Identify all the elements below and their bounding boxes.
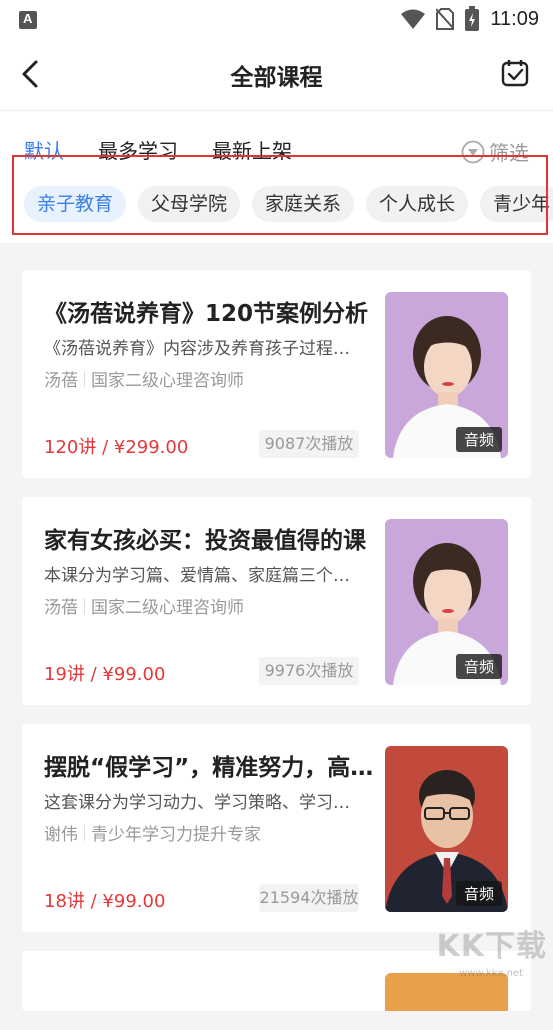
app-notification-icon [19, 11, 37, 29]
play-count: 9087次播放 [259, 430, 359, 458]
category-chip[interactable]: 父母学院 [138, 186, 241, 222]
sort-tab-most-learned[interactable]: 最多学习 [98, 135, 178, 164]
play-count: 21594次播放 [259, 884, 359, 912]
filter-bar: 默认 最多学习 最新上架 筛选 亲子教育 父母学院 家庭关系 个人成长 青少年 [0, 111, 553, 243]
course-description: 这套课分为学习动力、学习策略、学习习惯 [44, 793, 362, 813]
author-name: 汤蓓 [44, 371, 78, 391]
filter-icon [461, 140, 485, 163]
filter-button[interactable]: 筛选 [461, 137, 529, 166]
category-chip[interactable]: 亲子教育 [24, 186, 127, 222]
category-chips: 亲子教育 父母学院 家庭关系 个人成长 青少年 [24, 186, 553, 222]
course-card[interactable]: 《汤蓓说养育》120节案例分析 《汤蓓说养育》内容涉及养育孩子过程中的方方面面 … [22, 270, 531, 478]
course-list: 《汤蓓说养育》120节案例分析 《汤蓓说养育》内容涉及养育孩子过程中的方方面面 … [22, 270, 531, 1030]
course-thumbnail[interactable]: 音频 [385, 519, 508, 685]
divider [84, 370, 85, 387]
audio-badge: 音频 [455, 881, 502, 906]
course-card[interactable]: 家有女孩必买：投资最值得的课 本课分为学习篇、爱情篇、家庭篇三个部分 汤蓓 国家… [22, 497, 531, 705]
filter-label: 筛选 [489, 141, 529, 165]
course-author: 谢伟 青少年学习力提升专家 [44, 820, 261, 845]
course-description: 本课分为学习篇、爱情篇、家庭篇三个部分 [44, 566, 362, 586]
course-price: 120讲 / ¥299.00 [44, 437, 189, 458]
watermark-url: www.kkx.net [459, 968, 523, 979]
author-title: 青少年学习力提升专家 [91, 825, 261, 845]
course-card[interactable]: 摆脱“假学习”，精准努力，高效学习 这套课分为学习动力、学习策略、学习习惯 谢伟… [22, 724, 531, 932]
course-price: 18讲 / ¥99.00 [44, 891, 166, 912]
course-thumbnail[interactable]: 音频 [385, 746, 508, 912]
category-chip[interactable]: 个人成长 [366, 186, 469, 222]
sort-tabs: 默认 最多学习 最新上架 [24, 135, 292, 164]
category-chip[interactable]: 青少年 [480, 186, 553, 222]
divider [84, 824, 85, 841]
course-title: 摆脱“假学习”，精准努力，高效学习 [44, 755, 374, 781]
app-header: 全部课程 [0, 38, 553, 111]
watermark-logo: KK下载 [436, 929, 547, 964]
author-title: 国家二级心理咨询师 [91, 598, 244, 618]
play-count: 9976次播放 [259, 657, 359, 685]
course-price: 19讲 / ¥99.00 [44, 664, 166, 685]
clock: 11:09 [490, 7, 539, 30]
page-title: 全部课程 [230, 65, 323, 91]
course-title: 家有女孩必买：投资最值得的课 [44, 528, 366, 554]
course-thumbnail[interactable]: 音频 [385, 292, 508, 458]
calendar-check-icon [501, 60, 529, 87]
status-icons: 11:09 [400, 6, 539, 32]
course-title: 《汤蓓说养育》120节案例分析 [44, 301, 369, 327]
category-chip[interactable]: 家庭关系 [252, 186, 355, 222]
author-name: 谢伟 [44, 825, 78, 845]
audio-badge: 音频 [455, 654, 502, 679]
battery-charging-icon [465, 6, 480, 31]
divider [84, 597, 85, 614]
wifi-icon [401, 9, 426, 29]
checkin-button[interactable] [499, 57, 531, 89]
author-name: 汤蓓 [44, 598, 78, 618]
sort-tab-newest[interactable]: 最新上架 [212, 135, 292, 164]
no-sim-icon [436, 8, 455, 30]
sort-tab-default[interactable]: 默认 [24, 135, 64, 164]
course-author: 汤蓓 国家二级心理咨询师 [44, 366, 244, 391]
author-title: 国家二级心理咨询师 [91, 371, 244, 391]
audio-badge: 音频 [455, 427, 502, 452]
status-bar: 11:09 [0, 0, 553, 38]
course-description: 《汤蓓说养育》内容涉及养育孩子过程中的方方面面 [44, 339, 362, 359]
course-author: 汤蓓 国家二级心理咨询师 [44, 593, 244, 618]
